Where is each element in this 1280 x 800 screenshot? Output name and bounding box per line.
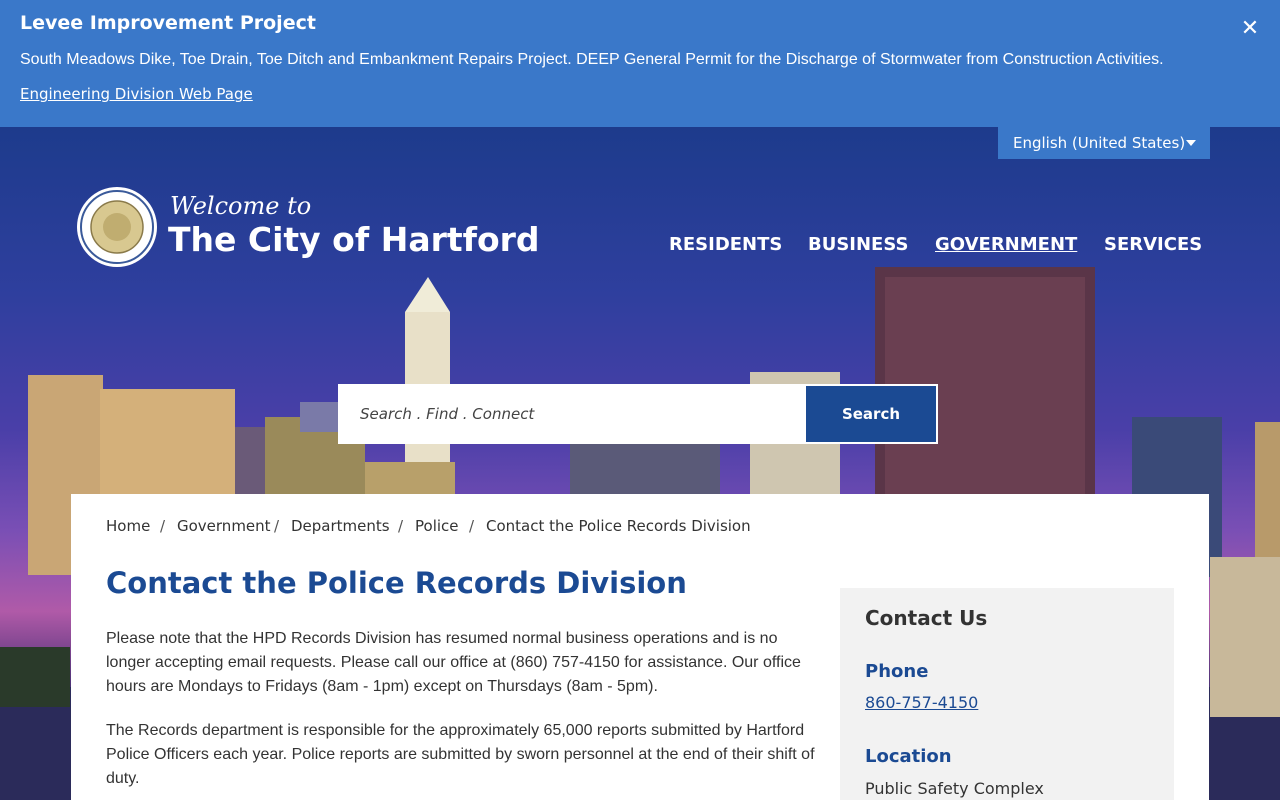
breadcrumb-departments[interactable]: Departments — [291, 517, 390, 535]
page-title: Contact the Police Records Division — [106, 566, 687, 600]
welcome-text: Welcome to — [170, 192, 312, 220]
nav-government[interactable]: GOVERNMENT — [935, 234, 1077, 255]
breadcrumb-separator: / — [274, 517, 280, 535]
nav-business[interactable]: BUSINESS — [808, 234, 908, 255]
nav-residents[interactable]: RESIDENTS — [669, 234, 782, 255]
close-icon[interactable]: ✕ — [1238, 16, 1262, 41]
breadcrumb-separator: / — [160, 517, 166, 535]
breadcrumb-government[interactable]: Government — [177, 517, 271, 535]
contact-heading: Contact Us — [865, 606, 988, 630]
city-seal-icon[interactable] — [76, 186, 158, 268]
breadcrumb-separator: / — [398, 517, 404, 535]
alert-body: South Meadows Dike, Toe Drain, Toe Ditch… — [20, 51, 1164, 68]
phone-link[interactable]: 860-757-4150 — [865, 693, 978, 712]
language-label: English (United States) — [1013, 134, 1186, 152]
language-select[interactable]: English (United States) — [998, 127, 1210, 159]
city-name[interactable]: The City of Hartford — [168, 220, 540, 259]
nav-services[interactable]: SERVICES — [1104, 234, 1202, 255]
intro-paragraph: Please note that the HPD Records Divisio… — [106, 630, 801, 695]
search-input[interactable] — [338, 384, 806, 444]
breadcrumb-police[interactable]: Police — [415, 517, 459, 535]
breadcrumb-separator: / — [469, 517, 475, 535]
alert-title: Levee Improvement Project — [20, 12, 316, 34]
location-text: Public Safety Complex — [865, 779, 1044, 798]
chevron-down-icon — [1186, 140, 1196, 146]
breadcrumb-current: Contact the Police Records Division — [486, 517, 751, 535]
engineering-division-link[interactable]: Engineering Division Web Page — [20, 85, 253, 103]
alert-banner: Levee Improvement Project South Meadows … — [0, 0, 1280, 127]
location-label: Location — [865, 746, 952, 767]
breadcrumb-home[interactable]: Home — [106, 517, 150, 535]
records-paragraph: The Records department is responsible fo… — [106, 722, 815, 787]
phone-label: Phone — [865, 661, 929, 682]
search-button[interactable]: Search — [806, 386, 936, 442]
